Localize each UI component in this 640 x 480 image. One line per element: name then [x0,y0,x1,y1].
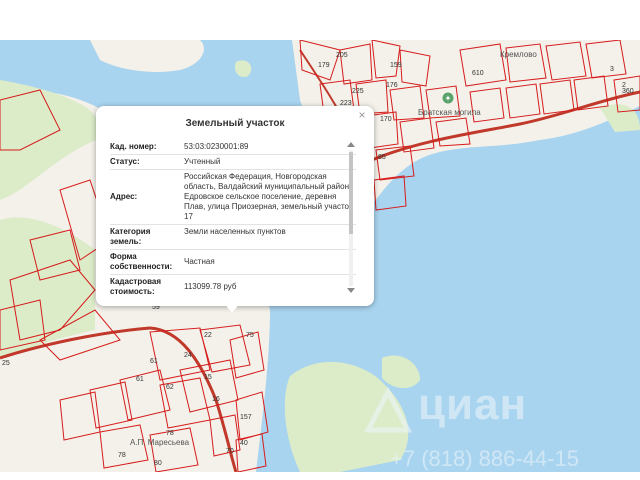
property-key: Кад. номер: [110,142,157,151]
watermark: циан +7 (818) 886-44-15 [360,380,580,472]
property-key: Адрес: [110,192,138,201]
plot-number: 225 [352,88,364,95]
watermark-logo-icon [363,386,413,433]
plot-number: 170 [380,116,392,123]
property-value: Частная [184,257,215,266]
property-row: Статус: Учтенный [110,155,356,170]
popup-title: Земельный участок [185,118,285,129]
plot-number: 70 [226,448,234,455]
top-margin [0,0,640,40]
plot-number: 61 [136,376,144,383]
property-key: Форма собственности: [110,252,173,271]
plot-number: 157 [240,414,252,421]
bottom-margin [0,472,640,480]
plot-number: 360 [622,88,634,95]
property-row: Форма собственности: Частная [110,250,356,275]
plot-number: 179 [318,62,330,69]
property-key: Категория земель: [110,227,151,246]
property-key: Кадастровая стоимость: [110,277,162,296]
property-value: 113099.78 руб [184,282,237,291]
scroll-thumb[interactable] [349,152,353,234]
plot-number: 80 [154,460,162,467]
plot-number: 610 [472,70,484,77]
watermark-brand: циан [418,380,528,429]
plot-number: 85 [378,154,386,161]
poi-marker-icon[interactable]: ✦ [442,92,454,104]
property-key: Статус: [110,157,140,166]
plot-number: 78 [118,452,126,459]
property-value: Учтенный [184,157,221,166]
watermark-phone: +7 (818) 886-44-15 [390,446,579,471]
plot-number: 16 [212,396,220,403]
plot-number: 78 [166,430,174,437]
plot-number: 205 [336,52,348,59]
plot-number: 75 [246,332,254,339]
popup-scrollbar[interactable] [346,142,356,294]
property-value: Российская Федерация, Новгородская облас… [184,172,353,221]
plot-number: 159 [390,62,402,69]
property-row: Кад. номер: 53:03:0230001:89 [110,140,356,155]
poi-label: Братская могила [418,108,481,117]
scroll-up-arrow-icon[interactable] [347,142,355,147]
plot-number: 15 [204,374,212,381]
scroll-down-arrow-icon[interactable] [347,288,355,293]
island-small [234,60,252,78]
plot-number: 62 [166,384,174,391]
svg-text:✦: ✦ [445,94,452,103]
property-row: Адрес: Российская Федерация, Новгородска… [110,170,356,225]
popup-properties[interactable]: Кад. номер: 53:03:0230001:89 Статус: Учт… [110,140,356,296]
plot-number: 40 [240,440,248,447]
plot-number: 22 [204,332,212,339]
plot-number: 25 [2,360,10,367]
property-value: 53:03:0230001:89 [184,142,249,151]
village-label: Кремлово [500,50,537,59]
property-row: Кадастровая стоимость: 113099.78 руб [110,275,356,296]
plot-number: 61 [150,358,158,365]
plot-number: 176 [386,82,398,89]
property-value: Земли населенных пунктов [184,227,286,236]
plot-number: 24 [184,352,192,359]
land-plot-popup: × Земельный участок Кад. номер: 53:03:02… [96,106,374,306]
property-row: Категория земель: Земли населенных пункт… [110,225,356,250]
island-north [90,40,204,72]
street-label: А.П. Маресьева [130,438,190,447]
plot-number: 3 [610,66,614,73]
popup-pointer [224,303,240,313]
